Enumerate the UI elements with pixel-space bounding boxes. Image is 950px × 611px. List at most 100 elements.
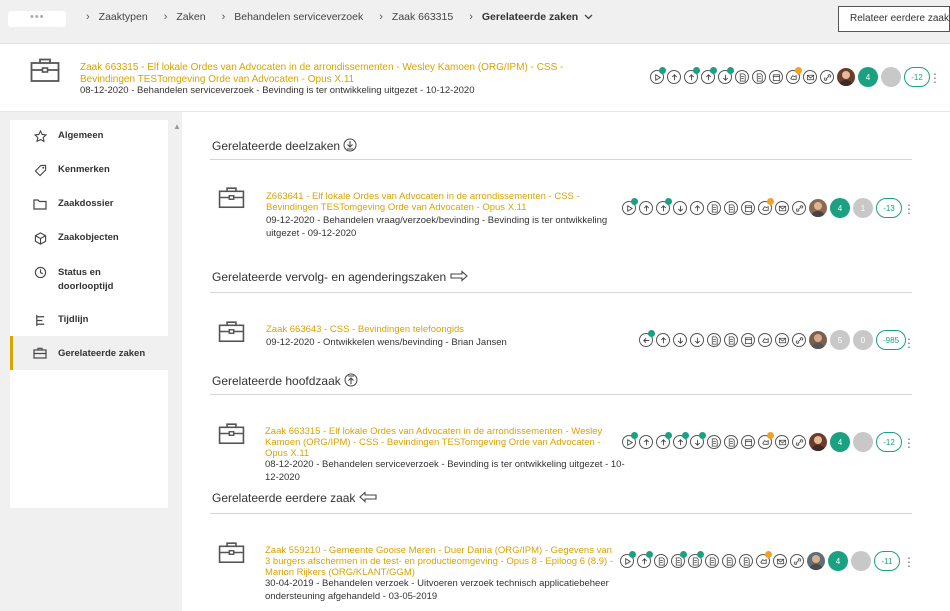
document-icon[interactable]	[739, 554, 753, 568]
nav-item-tijdlijn[interactable]: Tijdlijn	[10, 314, 168, 330]
arrow-left-icon[interactable]	[639, 330, 655, 347]
nav-item-gerelateerde-zaken[interactable]: Gerelateerde zaken	[10, 336, 168, 370]
download-icon[interactable]	[718, 67, 734, 84]
nav-item-zaakdossier[interactable]: Zaakdossier	[10, 198, 168, 214]
upload-icon[interactable]	[673, 432, 689, 449]
breadcrumb-item-zaken[interactable]: › Zaken	[164, 11, 222, 23]
document-icon[interactable]	[735, 70, 749, 84]
top-bar: ••• › Zaaktypen › Zaken › Behandelen servic…	[0, 0, 950, 44]
upload-icon[interactable]	[656, 432, 672, 449]
sidebar-scrollbar[interactable]: ▲	[172, 120, 182, 508]
hand-icon[interactable]	[758, 333, 772, 347]
box-icon	[34, 232, 46, 245]
scroll-up-icon[interactable]: ▲	[173, 122, 181, 131]
link-icon[interactable]	[792, 435, 806, 449]
breadcrumb-item-zaaktypen[interactable]: › Zaaktypen	[86, 11, 164, 23]
mail-icon[interactable]	[773, 554, 787, 568]
nav-item-zaakobjecten[interactable]: Zaakobjecten	[10, 232, 168, 248]
related-case-title[interactable]: Zaak 663643 - CSS - Bevindingen telefoon…	[266, 324, 606, 335]
relate-earlier-case-button[interactable]: Relateer eerdere zaak	[838, 6, 950, 32]
list-item[interactable]: Zaak 559210 - Gemeente Gooise Meren - Du…	[196, 525, 916, 611]
briefcase-icon	[218, 542, 245, 564]
document-icon[interactable]	[707, 333, 721, 347]
upload-icon[interactable]	[701, 67, 717, 84]
avatar[interactable]	[837, 68, 855, 86]
case-status-icons: 4 1 -13	[622, 198, 902, 218]
play-icon[interactable]	[622, 432, 638, 449]
list-item[interactable]: Zaak 663643 - CSS - Bevindingen telefoon…	[196, 304, 916, 362]
document-icon[interactable]	[671, 551, 687, 568]
related-case-title[interactable]: Zaak 663315 - Elf lokale Ordes van Advoc…	[265, 426, 610, 459]
play-icon[interactable]	[622, 198, 638, 215]
link-icon[interactable]	[792, 201, 806, 215]
document-icon[interactable]	[752, 70, 766, 84]
more-options-icon[interactable]: · · ·	[906, 550, 912, 572]
deelzaak-icon	[343, 138, 357, 152]
breadcrumb-current[interactable]: › Gerelateerde zaken	[469, 11, 593, 23]
upload-icon[interactable]	[639, 435, 653, 449]
document-icon[interactable]	[705, 554, 719, 568]
document-icon[interactable]	[654, 554, 668, 568]
mail-icon[interactable]	[775, 201, 789, 215]
nav-item-kenmerken[interactable]: Kenmerken	[10, 164, 168, 180]
more-options-icon[interactable]: · · ·	[906, 197, 912, 219]
download-icon[interactable]	[690, 333, 704, 347]
upload-icon[interactable]	[667, 70, 681, 84]
download-icon[interactable]	[673, 201, 687, 215]
more-options-icon[interactable]: · · ·	[906, 431, 912, 453]
related-case-title[interactable]: Z663641 - Elf lokale Ordes van Advocaten…	[266, 191, 606, 213]
avatar[interactable]	[807, 552, 825, 570]
star-icon	[33, 130, 47, 143]
calendar-icon[interactable]	[769, 70, 783, 84]
calendar-icon[interactable]	[741, 201, 755, 215]
chevron-down-icon[interactable]	[584, 14, 593, 20]
upload-icon[interactable]	[656, 198, 672, 215]
calendar-icon[interactable]	[741, 435, 755, 449]
hand-icon[interactable]	[758, 432, 774, 449]
app-logo[interactable]: •••	[8, 11, 66, 27]
document-icon[interactable]	[707, 435, 721, 449]
mail-icon[interactable]	[775, 435, 789, 449]
document-icon[interactable]	[724, 333, 738, 347]
eerdere-icon	[358, 491, 377, 503]
mail-icon[interactable]	[803, 70, 817, 84]
breadcrumb-item-zaak[interactable]: › Zaak 663315	[379, 11, 469, 23]
upload-icon[interactable]	[639, 201, 653, 215]
hand-icon[interactable]	[786, 67, 802, 84]
upload-icon[interactable]	[637, 551, 653, 568]
days-remaining-badge: -12	[876, 432, 902, 452]
upload-icon[interactable]	[684, 67, 700, 84]
avatar[interactable]	[809, 331, 827, 349]
list-item[interactable]: Z663641 - Elf lokale Ordes van Advocaten…	[196, 172, 916, 250]
related-case-title[interactable]: Zaak 559210 - Gemeente Gooise Meren - Du…	[265, 545, 615, 578]
list-item[interactable]: Zaak 663315 - Elf lokale Ordes van Advoc…	[196, 406, 916, 486]
download-icon[interactable]	[673, 333, 687, 347]
avatar[interactable]	[809, 199, 827, 217]
more-options-icon[interactable]: · · ·	[906, 331, 912, 353]
avatar[interactable]	[809, 433, 827, 451]
document-icon[interactable]	[722, 554, 736, 568]
upload-icon[interactable]	[690, 201, 704, 215]
mail-icon[interactable]	[775, 333, 789, 347]
more-options-icon[interactable]: · · ·	[932, 66, 938, 88]
nav-item-status-en-doorlooptijd[interactable]: Status en doorlooptijd	[10, 266, 168, 294]
document-icon[interactable]	[724, 435, 738, 449]
breadcrumb-item-zaaktype[interactable]: › Behandelen serviceverzoek	[222, 11, 380, 23]
days-remaining-badge: -985	[876, 330, 907, 350]
play-icon[interactable]	[620, 551, 636, 568]
download-icon[interactable]	[690, 432, 706, 449]
hand-icon[interactable]	[758, 198, 774, 215]
link-icon[interactable]	[820, 70, 834, 84]
play-icon[interactable]	[650, 67, 666, 84]
case-status-icons: 5 0 -985	[639, 330, 907, 350]
upload-icon[interactable]	[656, 333, 670, 347]
document-icon[interactable]	[724, 201, 738, 215]
hand-icon[interactable]	[756, 551, 772, 568]
link-icon[interactable]	[792, 333, 806, 347]
nav-item-algemeen[interactable]: Algemeen	[10, 130, 168, 146]
document-icon[interactable]	[707, 201, 721, 215]
document-icon[interactable]	[688, 551, 704, 568]
calendar-icon[interactable]	[741, 333, 755, 347]
secondary-count-badge	[881, 67, 901, 87]
link-icon[interactable]	[790, 554, 804, 568]
